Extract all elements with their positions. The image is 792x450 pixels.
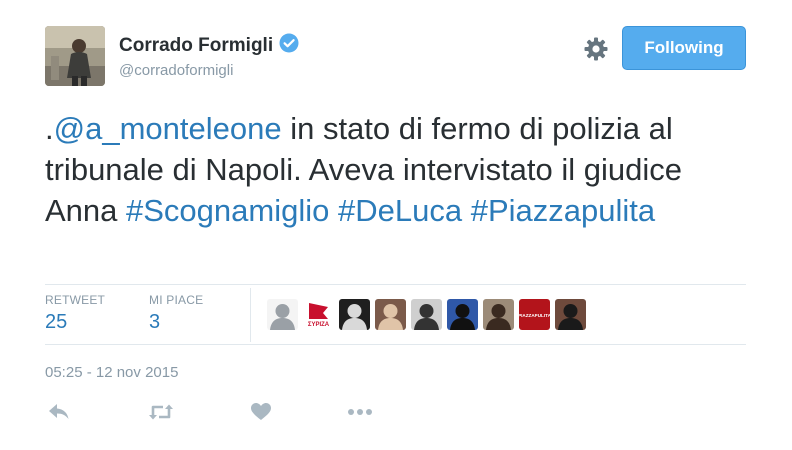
retweet-stat-label: RETWEET: [45, 293, 106, 307]
retweet-icon[interactable]: [148, 402, 174, 424]
favoriter-avatar-7[interactable]: [483, 299, 514, 330]
tweet-text: .@a_monteleone in stato di fermo di poli…: [45, 108, 755, 231]
like-heart-icon[interactable]: [250, 402, 276, 424]
verified-badge-icon: [279, 33, 299, 59]
favoriter-avatar-8[interactable]: PIAZZAPULITA: [519, 299, 550, 330]
favoriter-avatar-8-text: PIAZZAPULITA: [519, 313, 550, 318]
favoriter-avatar-4[interactable]: [375, 299, 406, 330]
favoriter-avatar-2[interactable]: ΣΥΡΙΖΑ: [303, 299, 334, 330]
like-stat-label: MI PIACE: [149, 293, 204, 307]
more-dots-icon[interactable]: [347, 402, 373, 424]
favoriter-avatar-2-text: ΣΥΡΙΖΑ: [308, 322, 330, 328]
like-count[interactable]: 3: [149, 311, 203, 334]
tweet-text-segment: [329, 193, 338, 228]
author-name-text: Corrado Formigli: [119, 35, 274, 56]
gear-icon[interactable]: [583, 36, 609, 62]
stats-vertical-divider: [250, 288, 251, 342]
retweet-count[interactable]: 25: [45, 311, 105, 334]
hashtag-link[interactable]: #DeLuca: [338, 193, 462, 228]
favoriter-avatar-6[interactable]: [447, 299, 478, 330]
like-stat[interactable]: MI PIACE 3: [149, 293, 203, 334]
mention-link[interactable]: @a_monteleone: [54, 111, 282, 146]
retweet-stat[interactable]: RETWEET 25: [45, 293, 105, 334]
author-name[interactable]: Corrado Formigli: [119, 33, 299, 59]
tweet-text-segment: [462, 193, 471, 228]
stats-top-divider: [45, 284, 746, 285]
stats-bottom-divider: [45, 344, 746, 345]
favoriter-avatars: ΣΥΡΙΖΑ PIAZZAPULITA: [267, 299, 591, 330]
hashtag-link[interactable]: #Scognamiglio: [126, 193, 329, 228]
tweet-text-segment: .: [45, 111, 54, 146]
author-avatar-photo: [45, 26, 105, 86]
reply-icon[interactable]: [47, 402, 73, 424]
author-avatar[interactable]: [45, 26, 105, 86]
following-button[interactable]: Following: [622, 26, 746, 70]
favoriter-avatar-3[interactable]: [339, 299, 370, 330]
favoriter-avatar-5[interactable]: [411, 299, 442, 330]
favoriter-avatar-1[interactable]: [267, 299, 298, 330]
tweet-timestamp[interactable]: 05:25 - 12 nov 2015: [45, 364, 178, 381]
hashtag-link[interactable]: #Piazzapulita: [471, 193, 655, 228]
author-handle[interactable]: @corradoformigli: [119, 62, 233, 79]
favoriter-avatar-9[interactable]: [555, 299, 586, 330]
